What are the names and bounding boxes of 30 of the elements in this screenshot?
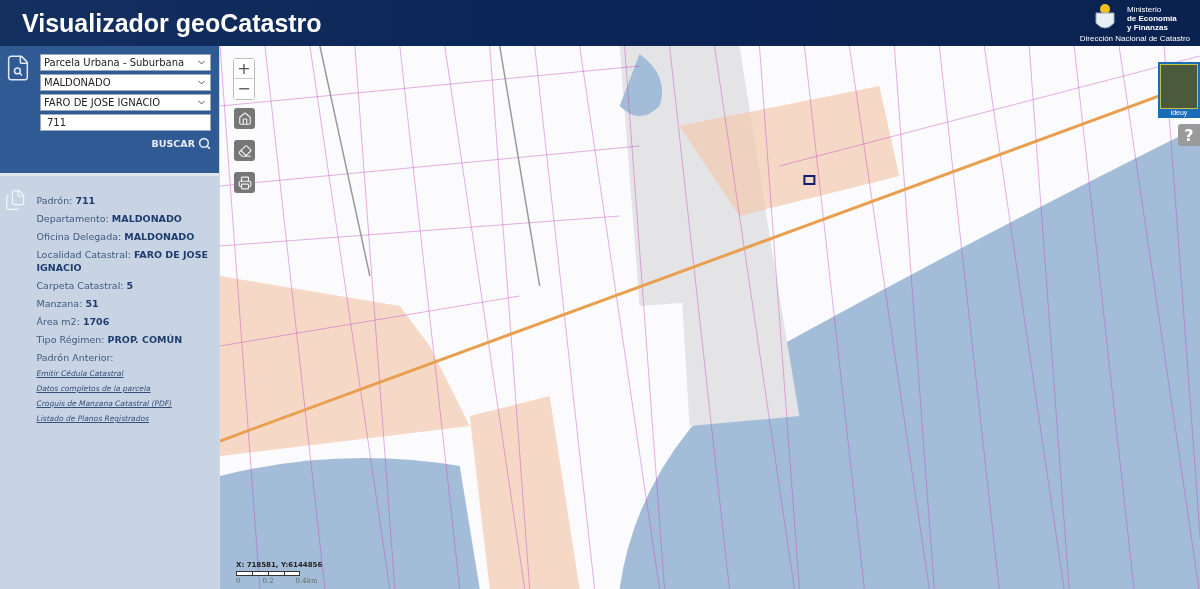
- ministry-name-line: Ministerio: [1126, 4, 1163, 14]
- search-icon: [198, 137, 211, 150]
- parcel-field: Manzana: 51: [36, 297, 213, 310]
- home-icon: [237, 111, 252, 126]
- scale-bar: [236, 571, 300, 576]
- search-button[interactable]: BUSCAR: [151, 137, 211, 150]
- parcel-field: Carpeta Catastral: 5: [36, 279, 213, 292]
- print-button[interactable]: [234, 172, 255, 193]
- cadastral-map-drawing[interactable]: [220, 46, 1200, 589]
- satellite-map-thumbnail: [1160, 64, 1198, 109]
- parcel-field: Área m2: 1706: [36, 315, 213, 328]
- agency-name: Dirección Nacional de Catastro: [1079, 34, 1190, 43]
- parcel-field: Departamento: MALDONADO: [36, 212, 213, 225]
- parcel-field: Localidad Catastral: FARO DE JOSE IGNACIO: [36, 248, 213, 274]
- dropdown-select[interactable]: MALDONADO: [40, 74, 211, 91]
- eraser-button[interactable]: [234, 140, 255, 161]
- printer-icon: [237, 175, 252, 190]
- home-button[interactable]: [234, 108, 255, 129]
- dropdown-select[interactable]: FARO DE JOSE IGNACIO: [40, 94, 211, 111]
- parcel-field: Padrón Anterior:: [36, 351, 213, 364]
- ministry-name-line: de Economía: [1126, 13, 1177, 23]
- ministry-name-line: y Finanzas: [1126, 22, 1169, 32]
- parcel-field: Padrón: 711: [36, 194, 213, 207]
- zoom-in-button[interactable]: +: [234, 59, 254, 79]
- eraser-icon: [237, 143, 252, 158]
- parcel-field: Oficina Delegada: MALDONADO: [36, 230, 213, 243]
- app-title: Visualizador geoCatastro: [22, 8, 322, 38]
- parcel-field: Tipo Régimen: PROP. COMÚN: [36, 333, 213, 346]
- dropdown-select[interactable]: Parcela Urbana - Suburbana: [40, 54, 211, 71]
- padron-input[interactable]: 711: [40, 114, 211, 131]
